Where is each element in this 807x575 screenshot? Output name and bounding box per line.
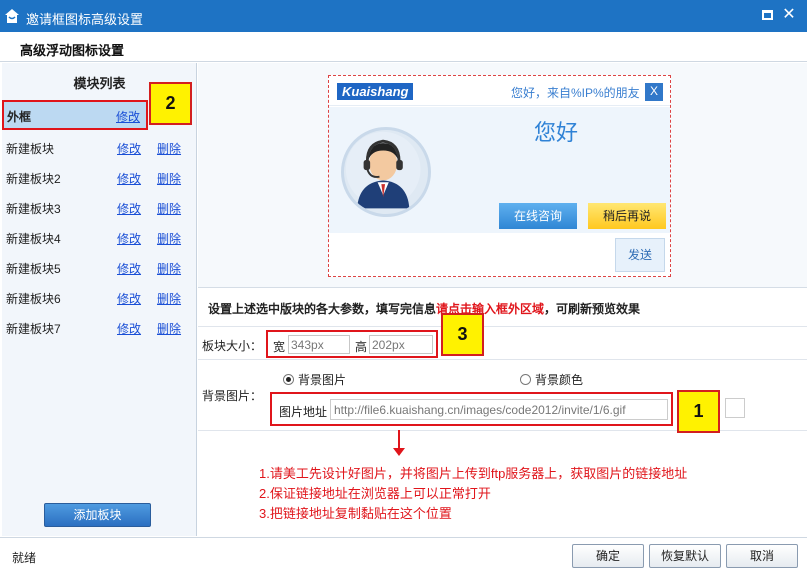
- radio-checked-icon: [283, 374, 294, 385]
- red-arrow-shaft: [398, 430, 400, 450]
- agent-avatar-icon: [341, 127, 431, 217]
- module-delete-link[interactable]: 删除: [157, 170, 181, 187]
- module-edit-link[interactable]: 修改: [117, 170, 141, 187]
- module-edit-link[interactable]: 修改: [117, 260, 141, 277]
- instruction-text: 设置上述选中版块的各大参数，填写完信息请点击输入框外区域，可刷新预览效果: [208, 300, 640, 317]
- module-delete-link[interactable]: 删除: [157, 290, 181, 307]
- note-line-3: 3.把链接地址复制黏贴在这个位置: [259, 506, 452, 521]
- module-name: 新建板块7: [6, 322, 61, 336]
- radio-label: 背景颜色: [535, 373, 584, 387]
- module-item[interactable]: 新建板块6 修改 删除: [2, 282, 197, 312]
- module-edit-link[interactable]: 修改: [117, 320, 141, 337]
- height-input[interactable]: 202px: [369, 335, 433, 354]
- add-module-button[interactable]: 添加板块: [44, 503, 151, 527]
- module-delete-link[interactable]: 删除: [157, 140, 181, 157]
- module-name: 新建板块5: [6, 262, 61, 276]
- callout-badge-1: 1: [677, 390, 720, 433]
- note-line-1: 1.请美工先设计好图片，并将图片上传到ftp服务器上，获取图片的链接地址: [259, 466, 688, 481]
- module-name: 新建板块2: [6, 172, 61, 186]
- maximize-icon: [761, 10, 773, 20]
- module-name: 新建板块4: [6, 232, 61, 246]
- width-label: 宽: [273, 340, 286, 354]
- module-name: 新建板块6: [6, 292, 61, 306]
- module-item[interactable]: 新建板块7 修改 删除: [2, 312, 197, 342]
- url-extra-field[interactable]: [725, 398, 745, 418]
- maximize-button[interactable]: [760, 8, 774, 22]
- radio-background-image[interactable]: 背景图片: [283, 371, 346, 388]
- app-house-icon: [5, 9, 19, 23]
- image-url-label: 图片地址: [279, 405, 328, 419]
- module-item[interactable]: 新建板块 修改 删除: [2, 132, 197, 162]
- radio-background-color[interactable]: 背景颜色: [520, 371, 583, 388]
- confirm-button[interactable]: 确定: [572, 544, 644, 568]
- module-item[interactable]: 新建板块4 修改 删除: [2, 222, 197, 252]
- image-url-input[interactable]: http://file6.kuaishang.cn/images/code201…: [330, 399, 668, 420]
- module-item[interactable]: 新建板块5 修改 删除: [2, 252, 197, 282]
- invite-box-preview: Kuaishang 您好，来自%IP%的朋友 X 您好 在线咨询 稍后再说 发送: [328, 75, 671, 277]
- status-bar: 就绪 确定 恢复默认 取消: [0, 537, 807, 575]
- callout-badge-3: 3: [441, 313, 484, 356]
- module-item-outer-frame[interactable]: 外框 修改: [2, 100, 148, 130]
- background-image-label: 背景图片：: [202, 389, 263, 403]
- size-fields-highlight: 宽 343px 高 202px: [266, 330, 438, 358]
- preview-later-button[interactable]: 稍后再说: [588, 203, 666, 229]
- close-button[interactable]: ✕: [782, 7, 796, 23]
- module-delete-link[interactable]: 删除: [157, 260, 181, 277]
- preview-online-consult-button[interactable]: 在线咨询: [499, 203, 577, 229]
- preview-area: Kuaishang 您好，来自%IP%的朋友 X 您好 在线咨询 稍后再说 发送: [198, 63, 807, 288]
- note-line-2: 2.保证链接地址在浏览器上可以正常打开: [259, 486, 491, 501]
- settings-title: 高级浮动图标设置: [20, 43, 125, 58]
- status-text: 就绪: [12, 551, 37, 565]
- radio-label: 背景图片: [298, 373, 347, 387]
- block-size-label: 板块大小：: [202, 339, 263, 353]
- title-bar: 邀请框图标高级设置 ✕: [0, 0, 807, 32]
- module-delete-link[interactable]: 删除: [157, 200, 181, 217]
- width-input[interactable]: 343px: [288, 335, 350, 354]
- settings-header: 高级浮动图标设置: [0, 32, 807, 62]
- module-name: 新建板块: [6, 142, 55, 156]
- module-delete-link[interactable]: 删除: [157, 230, 181, 247]
- module-edit-link[interactable]: 修改: [117, 230, 141, 247]
- preview-send-button[interactable]: 发送: [615, 238, 665, 272]
- module-list-panel: 模块列表 外框 修改 新建板块 修改 删除 新建板块2 修改 删除 新建板块3 …: [2, 63, 197, 536]
- preview-header: Kuaishang 您好，来自%IP%的朋友 X: [329, 76, 670, 106]
- image-url-highlight: 图片地址 http://file6.kuaishang.cn/images/co…: [270, 392, 673, 426]
- height-label: 高: [355, 340, 368, 354]
- module-item[interactable]: 新建板块3 修改 删除: [2, 192, 197, 222]
- radio-unchecked-icon: [520, 374, 531, 385]
- module-edit-link[interactable]: 修改: [117, 200, 141, 217]
- preview-hello-text: 您好: [534, 120, 579, 145]
- window-title: 邀请框图标高级设置: [26, 12, 144, 27]
- module-name: 外框: [7, 110, 32, 124]
- module-edit-link[interactable]: 修改: [116, 108, 140, 125]
- module-name: 新建板块3: [6, 202, 61, 216]
- module-delete-link[interactable]: 删除: [157, 320, 181, 337]
- preview-brand-logo: Kuaishang: [337, 83, 414, 100]
- red-arrow-head-icon: [393, 448, 405, 456]
- preview-greeting: 您好，来自%IP%的朋友: [511, 86, 640, 100]
- module-edit-link[interactable]: 修改: [117, 290, 141, 307]
- module-edit-link[interactable]: 修改: [117, 140, 141, 157]
- instruction-part-3: ，可刷新预览效果: [544, 302, 641, 316]
- preview-close-button[interactable]: X: [645, 83, 663, 101]
- block-size-row: 板块大小： 宽 343px 高 202px: [198, 326, 807, 360]
- module-item[interactable]: 新建板块2 修改 删除: [2, 162, 197, 192]
- preview-body: 您好 在线咨询 稍后再说: [329, 107, 670, 233]
- preview-footer: 发送: [329, 233, 670, 276]
- callout-badge-2: 2: [149, 82, 192, 125]
- restore-default-button[interactable]: 恢复默认: [649, 544, 721, 568]
- cancel-button[interactable]: 取消: [726, 544, 798, 568]
- instruction-part-1: 设置上述选中版块的各大参数，填写完信息: [208, 302, 437, 316]
